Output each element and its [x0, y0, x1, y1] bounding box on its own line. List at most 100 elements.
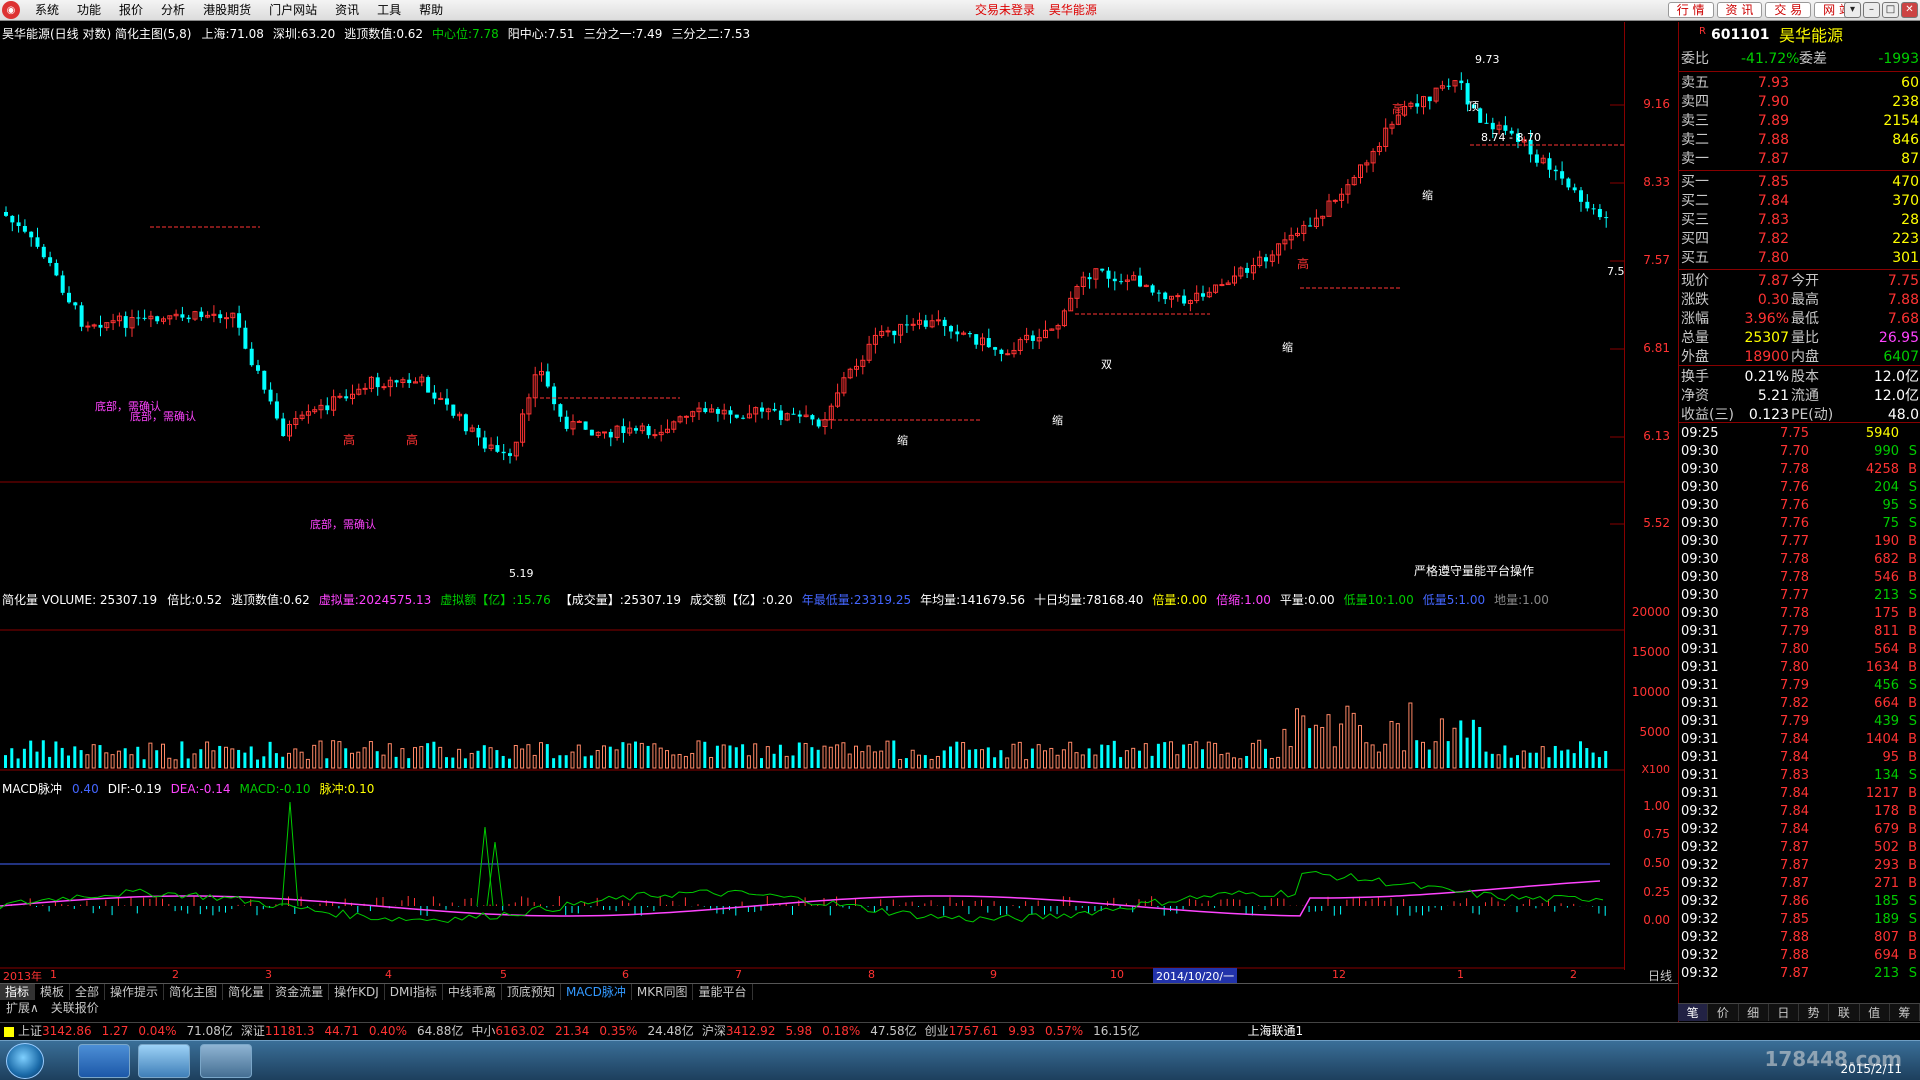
volume-bar	[508, 758, 511, 768]
index-name[interactable]: 上证	[18, 1024, 42, 1038]
tick-price: 7.80	[1780, 660, 1809, 675]
menu-item[interactable]: 分析	[152, 0, 194, 21]
menu-item[interactable]: 系统	[26, 0, 68, 21]
index-name[interactable]: 创业	[925, 1024, 949, 1038]
volume-bar	[1169, 741, 1173, 769]
volume-bar	[1465, 737, 1469, 768]
indicator-tab[interactable]: 中线乖离	[443, 984, 502, 1000]
index-name[interactable]: 深证	[241, 1024, 265, 1038]
menu-item[interactable]: 门户网站	[260, 0, 326, 21]
volume-bar	[136, 746, 140, 768]
ie-taskbar-icon[interactable]	[78, 1044, 130, 1078]
quote-panel-tabs: 笔价细日势联值筹	[1678, 1003, 1920, 1021]
tick-time: 09:30	[1681, 462, 1719, 477]
volume-bar	[1427, 749, 1431, 768]
indicator-tab[interactable]: MKR同图	[632, 984, 694, 1000]
volume-bar	[10, 748, 14, 768]
book-price: 7.82	[1757, 231, 1789, 247]
date-axis: 2013年 2014/10/20/一 1 2 3 4 5 6 7 8 9 10 12 1 2	[0, 968, 1625, 984]
explorer-taskbar-icon[interactable]	[138, 1044, 190, 1078]
menu-item[interactable]: 帮助	[410, 0, 452, 21]
tick-volume: 502	[1874, 840, 1899, 855]
quote-panel-tab[interactable]: 联	[1829, 1004, 1860, 1021]
quote-panel-tab[interactable]: 笔	[1678, 1004, 1709, 1021]
tick-price: 7.87	[1780, 858, 1809, 873]
macd-tick: 0.50	[1643, 856, 1670, 870]
index-pct: 0.04%	[138, 1024, 177, 1038]
volume-bar	[60, 747, 64, 768]
chart-area[interactable]: 昊华能源(日线 对数) 简化主图(5,8) 上海:71.08 深圳:63.20 逃顶数…	[0, 22, 1625, 970]
candle-body	[67, 292, 71, 303]
r-icon: R	[1699, 26, 1706, 37]
volume-bar	[683, 755, 688, 769]
volume-bar	[173, 759, 178, 769]
quote-panel-tab[interactable]: 价	[1708, 1004, 1739, 1021]
tick-row: 09:32 7.84 679 B	[1679, 821, 1920, 839]
volume-bar	[123, 748, 127, 768]
volume-bar	[1313, 724, 1318, 769]
candle-body	[552, 386, 557, 405]
volume-bar	[48, 756, 52, 768]
volume-tick: 10000	[1631, 685, 1670, 699]
menu-item[interactable]: 资讯	[326, 0, 368, 21]
top-right-button[interactable]: 资 讯	[1716, 2, 1763, 18]
month-tick: 9	[990, 968, 997, 981]
candle-body	[904, 324, 909, 326]
close-icon[interactable]: ✕	[1901, 2, 1918, 18]
volume-bar	[1106, 745, 1110, 768]
tick-price: 7.86	[1780, 894, 1809, 909]
period-label[interactable]: 日线	[1648, 967, 1672, 984]
indicator-tab[interactable]: 简化主图	[164, 984, 224, 1000]
tick-time: 09:32	[1681, 930, 1719, 945]
volume-bar	[1150, 755, 1154, 768]
indicator-tab[interactable]: 资金流量	[270, 984, 330, 1000]
menu-item[interactable]: 港股期货	[194, 0, 260, 21]
volume-bar	[1138, 750, 1141, 768]
tick-direction: B	[1908, 696, 1917, 711]
extend-tab[interactable]: 扩展∧	[0, 1000, 45, 1017]
order-book-row: 买三 7.83 28	[1679, 211, 1920, 230]
menu-item[interactable]: 功能	[68, 0, 110, 21]
indicator-tab[interactable]: 顶底预知	[502, 984, 561, 1000]
quote-panel-tab[interactable]: 细	[1739, 1004, 1769, 1021]
candle-body	[734, 414, 739, 418]
indicator-tab[interactable]: 操作KDJ	[329, 984, 385, 1000]
quote-panel-tab[interactable]: 势	[1799, 1004, 1830, 1021]
volume-bar	[337, 741, 342, 769]
minimize-icon[interactable]: –	[1863, 2, 1880, 18]
index-name[interactable]: 沪深	[702, 1024, 726, 1038]
quote-panel-tab[interactable]: 日	[1769, 1004, 1799, 1021]
indicator-tab[interactable]: 操作提示	[105, 984, 165, 1000]
indicator-tab[interactable]: MACD脉冲	[561, 984, 632, 1000]
indicator-tab[interactable]: 模板	[35, 984, 71, 1000]
network-status[interactable]: 上海联通1	[1248, 1024, 1304, 1038]
indicator-tab[interactable]: 量能平台	[693, 984, 753, 1000]
indicator-tab[interactable]: 全部	[70, 984, 106, 1000]
indicator-tab[interactable]: DMI指标	[385, 984, 443, 1000]
volume-bar	[142, 759, 146, 768]
tick-time: 09:32	[1681, 966, 1719, 981]
quote-value: 7.87	[1757, 273, 1789, 289]
top-right-button[interactable]: 交 易	[1765, 2, 1812, 18]
kline-chart[interactable]	[0, 22, 1625, 970]
quote-panel-tab[interactable]: 值	[1860, 1004, 1890, 1021]
indicator-tab[interactable]: 指标	[0, 984, 36, 1000]
tick-row: 09:31 7.83 134 S	[1679, 767, 1920, 785]
maximize-icon[interactable]: □	[1882, 2, 1899, 18]
candle-body	[224, 317, 229, 320]
stock-app-taskbar-icon[interactable]	[200, 1044, 252, 1078]
quote-panel-tab[interactable]: 筹	[1890, 1004, 1920, 1021]
top-right-button[interactable]: 行 情	[1667, 2, 1714, 18]
menu-item[interactable]: 工具	[368, 0, 410, 21]
candle-body	[1245, 268, 1250, 273]
start-button[interactable]	[6, 1043, 44, 1079]
volume-bar	[476, 750, 480, 768]
extend-tab[interactable]: 关联报价	[45, 1000, 105, 1017]
tick-row: 09:31 7.79 811 B	[1679, 623, 1920, 641]
menu-item[interactable]: 报价	[110, 0, 152, 21]
menu-icon[interactable]: ▾	[1844, 2, 1861, 18]
index-name[interactable]: 中小	[471, 1024, 495, 1038]
volume-bar	[1503, 745, 1507, 768]
indicator-tab[interactable]: 简化量	[223, 984, 271, 1000]
tick-time: 09:30	[1681, 534, 1719, 549]
